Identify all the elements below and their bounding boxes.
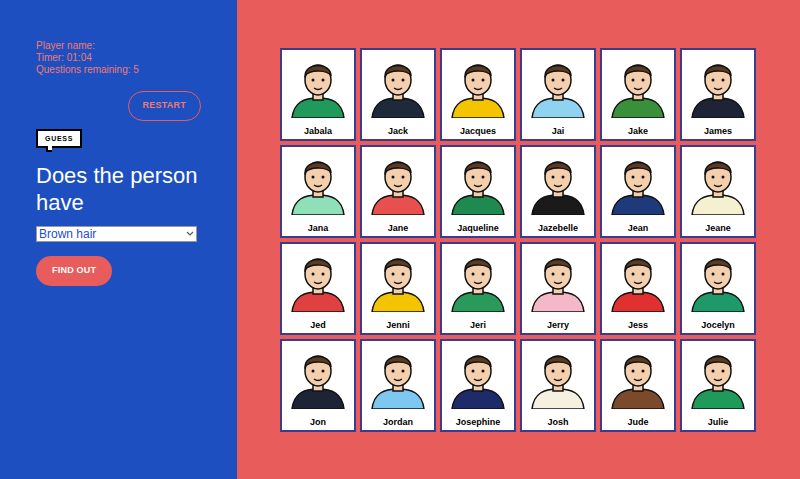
- character-card[interactable]: Jerry: [520, 242, 596, 335]
- character-card[interactable]: Jeri: [440, 242, 516, 335]
- character-name: Jocelyn: [701, 319, 735, 331]
- character-portrait-icon: [288, 248, 348, 312]
- character-portrait-icon: [528, 54, 588, 118]
- attribute-select[interactable]: Brown hair: [36, 226, 197, 242]
- character-portrait-icon: [288, 345, 348, 409]
- player-name-label: Player name:: [36, 40, 201, 52]
- character-name: Jacques: [460, 125, 496, 137]
- character-name: Jon: [310, 416, 326, 428]
- character-portrait-icon: [528, 151, 588, 215]
- character-portrait-icon: [608, 54, 668, 118]
- character-name: Jaqueline: [457, 222, 499, 234]
- chevron-down-icon: [186, 231, 194, 237]
- character-card[interactable]: Jabala: [280, 48, 356, 141]
- character-name: Jude: [627, 416, 648, 428]
- character-portrait-icon: [448, 248, 508, 312]
- character-name: Jana: [308, 222, 329, 234]
- restart-button[interactable]: RESTART: [128, 91, 201, 121]
- player-info: Player name:Timer: 01:04Questions remain…: [36, 40, 201, 76]
- character-card[interactable]: Jane: [360, 145, 436, 238]
- character-name: Jean: [628, 222, 649, 234]
- character-name: Jed: [310, 319, 326, 331]
- character-name: James: [704, 125, 732, 137]
- character-card[interactable]: Josephine: [440, 339, 516, 432]
- character-name: Jerry: [547, 319, 569, 331]
- character-name: Jane: [388, 222, 409, 234]
- character-portrait-icon: [368, 345, 428, 409]
- character-name: Jeri: [470, 319, 486, 331]
- character-card[interactable]: Jazebelle: [520, 145, 596, 238]
- character-name: Jazebelle: [538, 222, 578, 234]
- character-card[interactable]: Jon: [280, 339, 356, 432]
- board: Jabala Jack Jacques Jai Jake James Jana Jane Jaq…: [237, 0, 800, 479]
- character-card[interactable]: Julie: [680, 339, 756, 432]
- character-portrait-icon: [368, 248, 428, 312]
- character-name: Jack: [388, 125, 408, 137]
- guess-badge: GUESS: [36, 129, 82, 148]
- questions-remaining: Questions remaining: 5: [36, 64, 201, 76]
- character-portrait-icon: [448, 151, 508, 215]
- character-portrait-icon: [608, 151, 668, 215]
- character-card[interactable]: Jordan: [360, 339, 436, 432]
- character-name: Jeane: [705, 222, 731, 234]
- attribute-select-value: Brown hair: [39, 227, 96, 241]
- question-heading: Does the person have: [36, 162, 201, 216]
- character-card[interactable]: Jean: [600, 145, 676, 238]
- timer: Timer: 01:04: [36, 52, 201, 64]
- character-card[interactable]: Jai: [520, 48, 596, 141]
- character-portrait-icon: [688, 345, 748, 409]
- character-portrait-icon: [288, 151, 348, 215]
- character-card[interactable]: Jocelyn: [680, 242, 756, 335]
- character-card[interactable]: Jenni: [360, 242, 436, 335]
- character-portrait-icon: [448, 345, 508, 409]
- character-name: Julie: [708, 416, 729, 428]
- character-card[interactable]: Jed: [280, 242, 356, 335]
- character-portrait-icon: [688, 151, 748, 215]
- character-name: Jenni: [386, 319, 410, 331]
- character-card[interactable]: Jaqueline: [440, 145, 516, 238]
- character-card[interactable]: Jake: [600, 48, 676, 141]
- character-name: Josh: [547, 416, 568, 428]
- character-name: Jordan: [383, 416, 413, 428]
- find-out-button[interactable]: FIND OUT: [36, 256, 112, 286]
- character-card[interactable]: Josh: [520, 339, 596, 432]
- character-portrait-icon: [688, 248, 748, 312]
- character-portrait-icon: [368, 151, 428, 215]
- character-name: Jabala: [304, 125, 332, 137]
- game-screen: Player name:Timer: 01:04Questions remain…: [0, 0, 800, 479]
- control-panel: Player name:Timer: 01:04Questions remain…: [0, 0, 237, 479]
- character-name: Jai: [552, 125, 565, 137]
- character-name: Jake: [628, 125, 648, 137]
- character-name: Jess: [628, 319, 648, 331]
- character-portrait-icon: [528, 248, 588, 312]
- character-card[interactable]: Jana: [280, 145, 356, 238]
- character-portrait-icon: [608, 345, 668, 409]
- character-portrait-icon: [448, 54, 508, 118]
- character-name: Josephine: [456, 416, 501, 428]
- character-card[interactable]: Jude: [600, 339, 676, 432]
- character-card[interactable]: Jacques: [440, 48, 516, 141]
- character-portrait-icon: [608, 248, 668, 312]
- character-portrait-icon: [528, 345, 588, 409]
- character-card[interactable]: Jeane: [680, 145, 756, 238]
- character-portrait-icon: [688, 54, 748, 118]
- character-card[interactable]: Jack: [360, 48, 436, 141]
- character-portrait-icon: [288, 54, 348, 118]
- character-card[interactable]: Jess: [600, 242, 676, 335]
- character-portrait-icon: [368, 54, 428, 118]
- character-card[interactable]: James: [680, 48, 756, 141]
